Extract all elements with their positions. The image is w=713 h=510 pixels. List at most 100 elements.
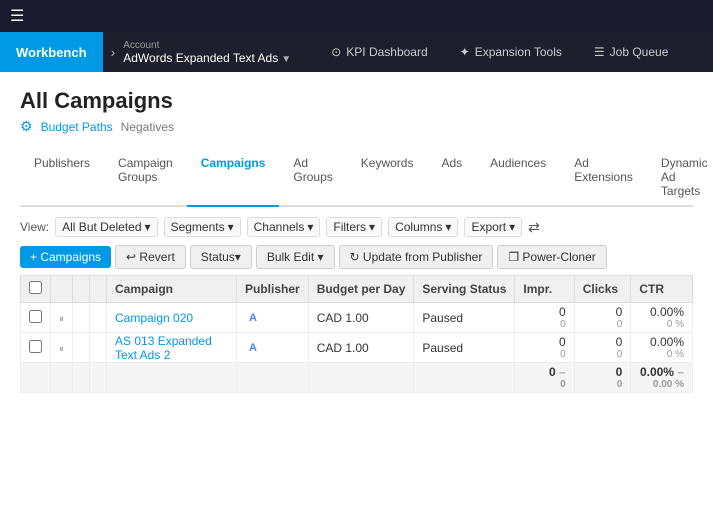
channels-dropdown[interactable]: Channels ▾	[247, 217, 321, 237]
row2-campaign[interactable]: AS 013 Expanded Text Ads 2	[107, 333, 237, 363]
add-campaigns-button[interactable]: + Campaigns	[20, 246, 111, 268]
row1-check[interactable]	[29, 310, 42, 323]
select-all-checkbox[interactable]	[29, 281, 42, 294]
row2-checkbox[interactable]	[21, 333, 51, 363]
nav-job-queue[interactable]: ☰ Job Queue	[578, 32, 684, 72]
adwords-icon-2: A	[245, 340, 261, 356]
nav-expansion-label: Expansion Tools	[475, 45, 562, 59]
tab-dynamic-ad-targets[interactable]: Dynamic Ad Targets	[647, 149, 713, 207]
export-chevron: ▾	[509, 220, 515, 234]
view-label: View:	[20, 220, 49, 234]
hamburger-icon[interactable]: ☰	[10, 6, 24, 26]
segments-label: Segments	[171, 220, 225, 234]
workbench-button[interactable]: Workbench	[0, 32, 103, 72]
row1-icon3	[90, 303, 107, 333]
row2-serving: Paused	[414, 333, 515, 363]
table-row: ⏸ Campaign 020 A CAD 1.00 Paused 0 0 0 0	[21, 303, 693, 333]
total-impr: 0 – 0	[515, 363, 574, 393]
segments-chevron: ▾	[228, 220, 234, 234]
row2-check[interactable]	[29, 340, 42, 353]
total-impr-dash: –	[559, 365, 566, 379]
segments-dropdown[interactable]: Segments ▾	[164, 217, 241, 237]
total-clicks-sub: 0	[583, 379, 623, 390]
tab-ads[interactable]: Ads	[427, 149, 476, 207]
total-ctr-sub: 0.00 %	[639, 379, 684, 390]
top-bar: ☰	[0, 0, 713, 32]
action-bar: + Campaigns ↩ Revert Status▾ Bulk Edit ▾…	[20, 245, 693, 269]
row2-publisher: A	[237, 333, 309, 363]
power-cloner-button[interactable]: ❐ Power-Cloner	[497, 245, 606, 269]
nav-kpi-dashboard[interactable]: ⊙ KPI Dashboard	[315, 32, 443, 72]
row1-campaign[interactable]: Campaign 020	[107, 303, 237, 333]
columns-chevron: ▾	[445, 220, 451, 234]
total-publisher	[237, 363, 309, 393]
total-serving	[414, 363, 515, 393]
total-clicks-val: 0	[616, 365, 623, 379]
total-ctr: 0.00% – 0.00 %	[631, 363, 693, 393]
bulk-edit-button[interactable]: Bulk Edit ▾	[256, 245, 335, 269]
kpi-icon: ⊙	[331, 45, 341, 59]
th-col2	[73, 276, 90, 303]
tab-keywords[interactable]: Keywords	[347, 149, 428, 207]
job-icon: ☰	[594, 45, 605, 59]
total-budget	[308, 363, 414, 393]
row1-budget: CAD 1.00	[308, 303, 414, 333]
filters-label: Filters	[333, 220, 366, 234]
total-col2	[73, 363, 90, 393]
table-header-row: Campaign Publisher Budget per Day Servin…	[21, 276, 693, 303]
tab-publishers[interactable]: Publishers	[20, 149, 104, 207]
negatives-label: Negatives	[121, 120, 174, 134]
view-chevron: ▾	[145, 220, 151, 234]
breadcrumb: ⚙ Budget Paths Negatives	[20, 118, 693, 135]
campaign-link-2[interactable]: AS 013 Expanded Text Ads 2	[115, 334, 212, 362]
nav-expansion-tools[interactable]: ✦ Expansion Tools	[444, 32, 578, 72]
row1-impr: 0 0	[515, 303, 574, 333]
row1-icon1: ⏸	[51, 303, 73, 333]
row2-clicks: 0 0	[574, 333, 631, 363]
total-col3	[90, 363, 107, 393]
status-button[interactable]: Status▾	[190, 245, 252, 269]
page-title: All Campaigns	[20, 88, 693, 114]
filters-chevron: ▾	[369, 220, 375, 234]
tab-ad-groups[interactable]: Ad Groups	[279, 149, 346, 207]
tab-campaigns[interactable]: Campaigns	[187, 149, 280, 207]
row2-impr-sub: 0	[523, 349, 565, 360]
th-publisher: Publisher	[237, 276, 309, 303]
tab-campaign-groups[interactable]: Campaign Groups	[104, 149, 187, 207]
total-label	[107, 363, 237, 393]
row1-publisher: A	[237, 303, 309, 333]
filters-dropdown[interactable]: Filters ▾	[326, 217, 382, 237]
revert-button[interactable]: ↩ Revert	[115, 245, 186, 269]
row1-icon2	[73, 303, 90, 333]
row1-clicks-sub: 0	[583, 319, 623, 330]
sync-icon[interactable]: ⇄	[528, 219, 540, 236]
update-publisher-button[interactable]: ↻ Update from Publisher	[339, 245, 494, 269]
row2-budget: CAD 1.00	[308, 333, 414, 363]
nav-job-label: Job Queue	[610, 45, 669, 59]
channels-label: Channels	[254, 220, 305, 234]
th-impr: Impr.	[515, 276, 574, 303]
expansion-icon: ✦	[460, 45, 470, 59]
total-impr-val: 0	[549, 365, 556, 379]
th-col1	[51, 276, 73, 303]
th-ctr: CTR	[631, 276, 693, 303]
budget-paths-link[interactable]: Budget Paths	[41, 120, 113, 134]
columns-dropdown[interactable]: Columns ▾	[388, 217, 458, 237]
campaign-link-1[interactable]: Campaign 020	[115, 311, 193, 325]
row2-ctr-sub: 0 %	[639, 349, 684, 360]
view-dropdown[interactable]: All But Deleted ▾	[55, 217, 157, 237]
row2-clicks-sub: 0	[583, 349, 623, 360]
total-col1	[51, 363, 73, 393]
tab-ad-extensions[interactable]: Ad Extensions	[560, 149, 647, 207]
export-dropdown[interactable]: Export ▾	[464, 217, 522, 237]
account-chevron: ▼	[281, 54, 291, 65]
account-label: Account	[123, 40, 291, 51]
channels-chevron: ▾	[307, 220, 313, 234]
view-bar: View: All But Deleted ▾ Segments ▾ Chann…	[20, 217, 693, 237]
second-bar: Workbench › Account AdWords Expanded Tex…	[0, 32, 713, 72]
tab-audiences[interactable]: Audiences	[476, 149, 560, 207]
account-selector[interactable]: Account AdWords Expanded Text Ads ▼	[123, 40, 291, 65]
row2-impr: 0 0	[515, 333, 574, 363]
account-name: AdWords Expanded Text Ads	[123, 51, 278, 65]
row1-checkbox[interactable]	[21, 303, 51, 333]
